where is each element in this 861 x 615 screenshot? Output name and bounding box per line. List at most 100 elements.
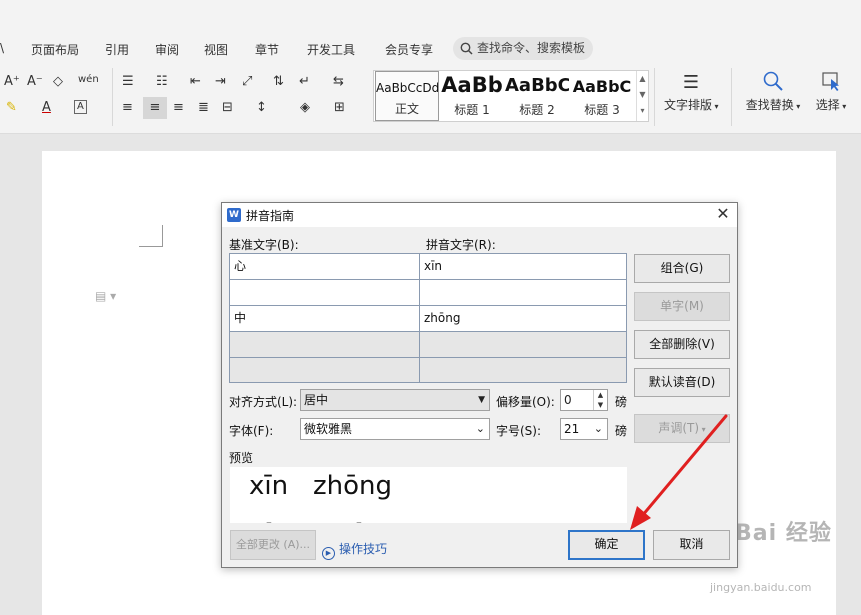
dialog-title-bar[interactable]: W 拼音指南 ✕	[222, 203, 737, 227]
show-marks-icon[interactable]: ↵	[299, 74, 310, 90]
pinyin-text-input	[420, 358, 626, 382]
style-heading-2[interactable]: AaBbC 标题 2	[505, 71, 569, 121]
character-border-icon[interactable]: A	[74, 100, 87, 114]
line-spacing-icon[interactable]: ↕	[256, 100, 267, 116]
search-placeholder: 查找命令、搜索模板	[477, 41, 586, 55]
menu-item-member[interactable]: 会员专享	[385, 41, 433, 58]
single-char-button[interactable]: 单字(M)	[634, 292, 730, 321]
wps-app-icon: W	[227, 208, 241, 222]
text-layout-icon: ☰	[682, 72, 700, 93]
style-heading-1[interactable]: AaBb 标题 1	[440, 71, 504, 121]
size-select[interactable]: 21 ⌄	[560, 418, 608, 440]
font-select[interactable]: 微软雅黑 ⌄	[300, 418, 490, 440]
pinyin-text-input[interactable]: xīn	[420, 254, 626, 279]
menu-item-page-layout[interactable]: 页面布局	[31, 41, 79, 58]
pinyin-text-input[interactable]	[420, 280, 626, 305]
numbered-list-icon[interactable]: ☷	[156, 74, 168, 90]
highlight-pen-icon[interactable]: ✎	[6, 100, 17, 116]
justify-icon[interactable]: ≣	[198, 100, 209, 116]
style-normal[interactable]: AaBbCcDd 正文	[375, 71, 439, 121]
ribbon-toolbar: A⁺ A⁻ ◇ wén ✎ A A ☰ ☷ ⇤ ⇥ ⤢ ⇅ ↵ ⇆ ≡ ≡ ≡ …	[0, 62, 861, 134]
chevron-down-icon: ⌄	[593, 422, 603, 435]
preview-pane: xīn zhōng · ·	[230, 467, 627, 523]
default-reading-button[interactable]: 默认读音(D)	[634, 368, 730, 397]
ribbon-separator	[731, 68, 732, 126]
sort-icon[interactable]: ⇅	[273, 74, 284, 90]
font-color-icon[interactable]: A	[42, 100, 51, 116]
delete-all-button[interactable]: 全部删除(V)	[634, 330, 730, 359]
offset-label: 偏移量(O):	[496, 395, 555, 409]
dialog-title: 拼音指南	[246, 209, 295, 223]
menu-item-view[interactable]: 视图	[204, 41, 228, 58]
pinyin-text-input[interactable]: zhōng	[420, 306, 626, 331]
watermark-logo: Bai 经验	[735, 521, 832, 546]
alignment-select[interactable]: 居中 ▼	[300, 389, 490, 411]
tips-link-label: 操作技巧	[339, 542, 388, 556]
align-right-icon[interactable]: ≡	[173, 100, 184, 116]
borders-icon[interactable]: ⊞	[334, 100, 345, 116]
style-heading-3[interactable]: AaBbC 标题 3	[570, 71, 634, 121]
style-gallery: AaBbCcDd 正文 AaBb 标题 1 AaBbC 标题 2 AaBbC 标…	[373, 70, 649, 122]
pinyin-guide-icon[interactable]: wén	[78, 72, 99, 88]
alignment-label: 对齐方式(L):	[229, 395, 298, 409]
preview-pinyin-1: xīn	[249, 471, 289, 501]
offset-spinner[interactable]: 0 ▲ ▼	[560, 389, 608, 411]
menu-item-references[interactable]: 引用	[105, 41, 129, 58]
preview-glyph-fragment: ·	[354, 511, 364, 523]
menu-item-start[interactable]: \	[0, 41, 4, 55]
menu-item-chapter[interactable]: 章节	[255, 41, 279, 58]
decrease-indent-icon[interactable]: ⇤	[190, 74, 201, 90]
search-icon	[460, 42, 473, 55]
shading-icon[interactable]: ◈	[300, 100, 310, 116]
chinese-layout-icon[interactable]: ⤢	[242, 74, 252, 90]
close-icon[interactable]: ✕	[714, 205, 732, 223]
offset-value: 0	[564, 393, 572, 407]
menu-item-developer[interactable]: 开发工具	[307, 41, 355, 58]
base-text-input[interactable]	[230, 280, 420, 305]
chevron-down-icon: ⌄	[475, 422, 485, 435]
base-text-input	[230, 358, 420, 382]
dropdown-arrow-icon: ▼	[478, 395, 485, 405]
base-text-input[interactable]: 中	[230, 306, 420, 331]
increase-indent-icon[interactable]: ⇥	[215, 74, 226, 90]
increase-font-size-icon[interactable]: A⁺	[4, 74, 20, 90]
tab-icon[interactable]: ⇆	[333, 74, 344, 90]
menu-item-review[interactable]: 审阅	[155, 41, 179, 58]
text-layout-button[interactable]: ☰ 文字排版 ▾	[664, 70, 719, 113]
text-layout-label: 文字排版	[664, 98, 713, 112]
decrease-font-size-icon[interactable]: A⁻	[27, 74, 43, 90]
distributed-align-icon[interactable]: ⊟	[222, 100, 233, 116]
table-row: 心 xīn	[230, 254, 626, 280]
base-text-header: 基准文字(B):	[229, 238, 299, 252]
alignment-value: 居中	[304, 393, 329, 407]
align-center-icon[interactable]: ≡	[143, 97, 167, 119]
paragraph-handle-icon[interactable]: ▤ ▾	[95, 289, 116, 303]
select-cursor-icon	[811, 70, 851, 96]
clear-format-icon[interactable]: ◇	[53, 74, 63, 90]
change-all-button[interactable]: 全部更改 (A)...	[230, 530, 316, 560]
play-icon: ▶	[322, 547, 335, 560]
combine-button[interactable]: 组合(G)	[634, 254, 730, 283]
menu-bar: \ 页面布局 引用 审阅 视图 章节 开发工具 会员专享 查找命令、搜索模板	[0, 0, 861, 62]
align-left-icon[interactable]: ≡	[122, 100, 133, 116]
find-replace-button[interactable]: 查找替换 ▾	[744, 70, 802, 113]
base-text-input[interactable]: 心	[230, 254, 420, 279]
preview-pinyin-2: zhōng	[313, 471, 393, 501]
pinyin-text-header: 拼音文字(R):	[426, 238, 496, 252]
pinyin-text-input	[420, 332, 626, 357]
preview-label: 预览	[229, 451, 254, 465]
command-search-box[interactable]: 查找命令、搜索模板	[453, 37, 593, 60]
table-row	[230, 280, 626, 306]
spinner-arrows-icon[interactable]: ▲ ▼	[593, 390, 607, 410]
ribbon-separator	[112, 68, 113, 126]
base-text-input	[230, 332, 420, 357]
page-margin-corner	[139, 225, 163, 247]
select-button[interactable]: 选择 ▾	[811, 70, 851, 113]
preview-glyph-fragment: ·	[264, 511, 274, 523]
bullet-list-icon[interactable]: ☰	[122, 74, 134, 90]
table-row	[230, 358, 626, 382]
select-label: 选择	[815, 98, 840, 112]
style-gallery-scroll[interactable]: ▲ ▼ ▾	[636, 71, 648, 121]
red-annotation-arrow	[630, 414, 728, 530]
tips-link[interactable]: ▶ 操作技巧	[322, 540, 387, 560]
